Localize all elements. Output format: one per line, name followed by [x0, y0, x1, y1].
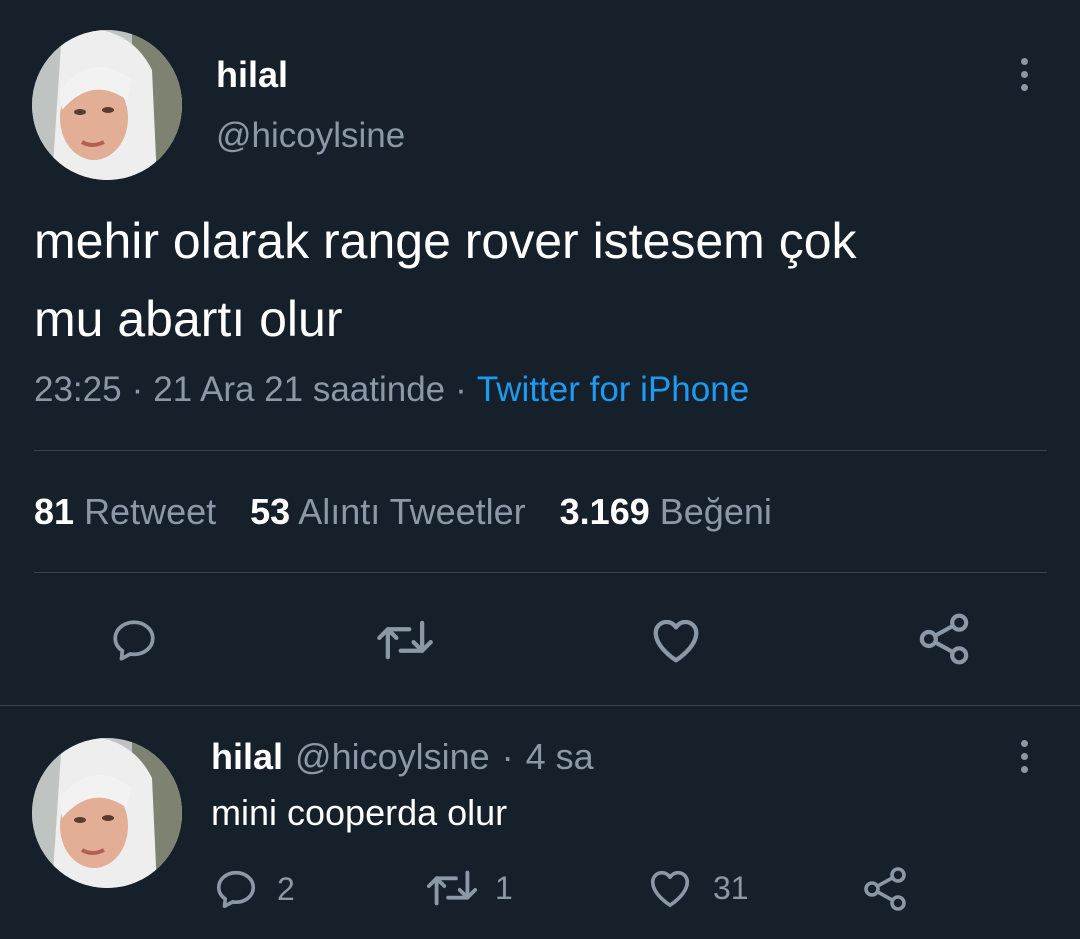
retweets-label: Retweet: [84, 491, 217, 532]
reply-author-name[interactable]: hilal: [211, 736, 283, 778]
like-button[interactable]: [646, 612, 706, 668]
meta-separator: ·: [131, 370, 144, 409]
reply-share-button[interactable]: [860, 864, 910, 914]
reply-retweet-button[interactable]: 1: [425, 866, 513, 910]
heart-icon: [650, 870, 690, 908]
tweet-stats: 81 Retweet 53 Alıntı Tweetler 3.169 Beğe…: [34, 491, 772, 533]
reply-text: mini cooperda olur: [211, 792, 508, 833]
divider: [34, 572, 1047, 573]
reply-header: hilal @hicoylsine · 4 sa: [211, 736, 594, 778]
author-avatar[interactable]: [32, 30, 182, 180]
reply-author-handle[interactable]: @hicoylsine: [295, 736, 490, 778]
reply-time[interactable]: 4 sa: [526, 736, 594, 778]
share-icon: [919, 613, 969, 665]
retweet-count: 1: [495, 869, 513, 906]
reply-button[interactable]: [104, 612, 164, 668]
reply-icon: [113, 620, 155, 661]
share-button[interactable]: [914, 610, 974, 668]
author-handle[interactable]: @hicoylsine: [216, 116, 405, 156]
retweet-icon: [377, 620, 433, 660]
like-count: 31: [713, 869, 749, 906]
more-options-icon[interactable]: [1016, 58, 1032, 91]
tweet-text-line-2: mu abartı olur: [34, 291, 343, 347]
retweet-icon: [426, 870, 478, 906]
reply-icon: [216, 870, 256, 909]
author-name[interactable]: hilal: [216, 54, 288, 96]
reply-author-avatar[interactable]: [32, 738, 182, 888]
quotes-label: Alıntı Tweetler: [298, 491, 526, 532]
reply-count: 2: [277, 870, 295, 907]
reply-more-options-icon[interactable]: [1016, 740, 1032, 773]
meta-separator: ·: [501, 736, 514, 777]
tweet-meta: 23:25 · 21 Ara 21 saatinde · Twitter for…: [34, 370, 749, 410]
retweets-stat[interactable]: 81 Retweet: [34, 491, 216, 533]
avatar-photo: [32, 738, 182, 888]
divider: [34, 450, 1047, 451]
meta-separator: ·: [455, 370, 467, 409]
divider: [0, 705, 1080, 706]
retweets-count: 81: [34, 491, 75, 532]
likes-count: 3.169: [559, 491, 650, 532]
tweet-date[interactable]: 21 Ara 21 saatinde: [153, 370, 445, 410]
likes-stat[interactable]: 3.169 Beğeni: [560, 491, 772, 533]
tweet-time[interactable]: 23:25: [34, 370, 122, 410]
reply-reply-button[interactable]: 2: [213, 866, 295, 912]
tweet-text-line-1: mehir olarak range rover istesem çok: [34, 213, 857, 269]
retweet-button[interactable]: [373, 612, 437, 668]
share-icon: [864, 867, 906, 911]
reply-like-button[interactable]: 31: [647, 866, 749, 910]
avatar-photo: [32, 30, 182, 180]
likes-label: Beğeni: [659, 491, 772, 532]
heart-icon: [653, 619, 699, 663]
quotes-stat[interactable]: 53 Alıntı Tweetler: [250, 491, 526, 533]
tweet-source-link[interactable]: Twitter for iPhone: [477, 370, 749, 410]
quotes-count: 53: [250, 491, 291, 532]
